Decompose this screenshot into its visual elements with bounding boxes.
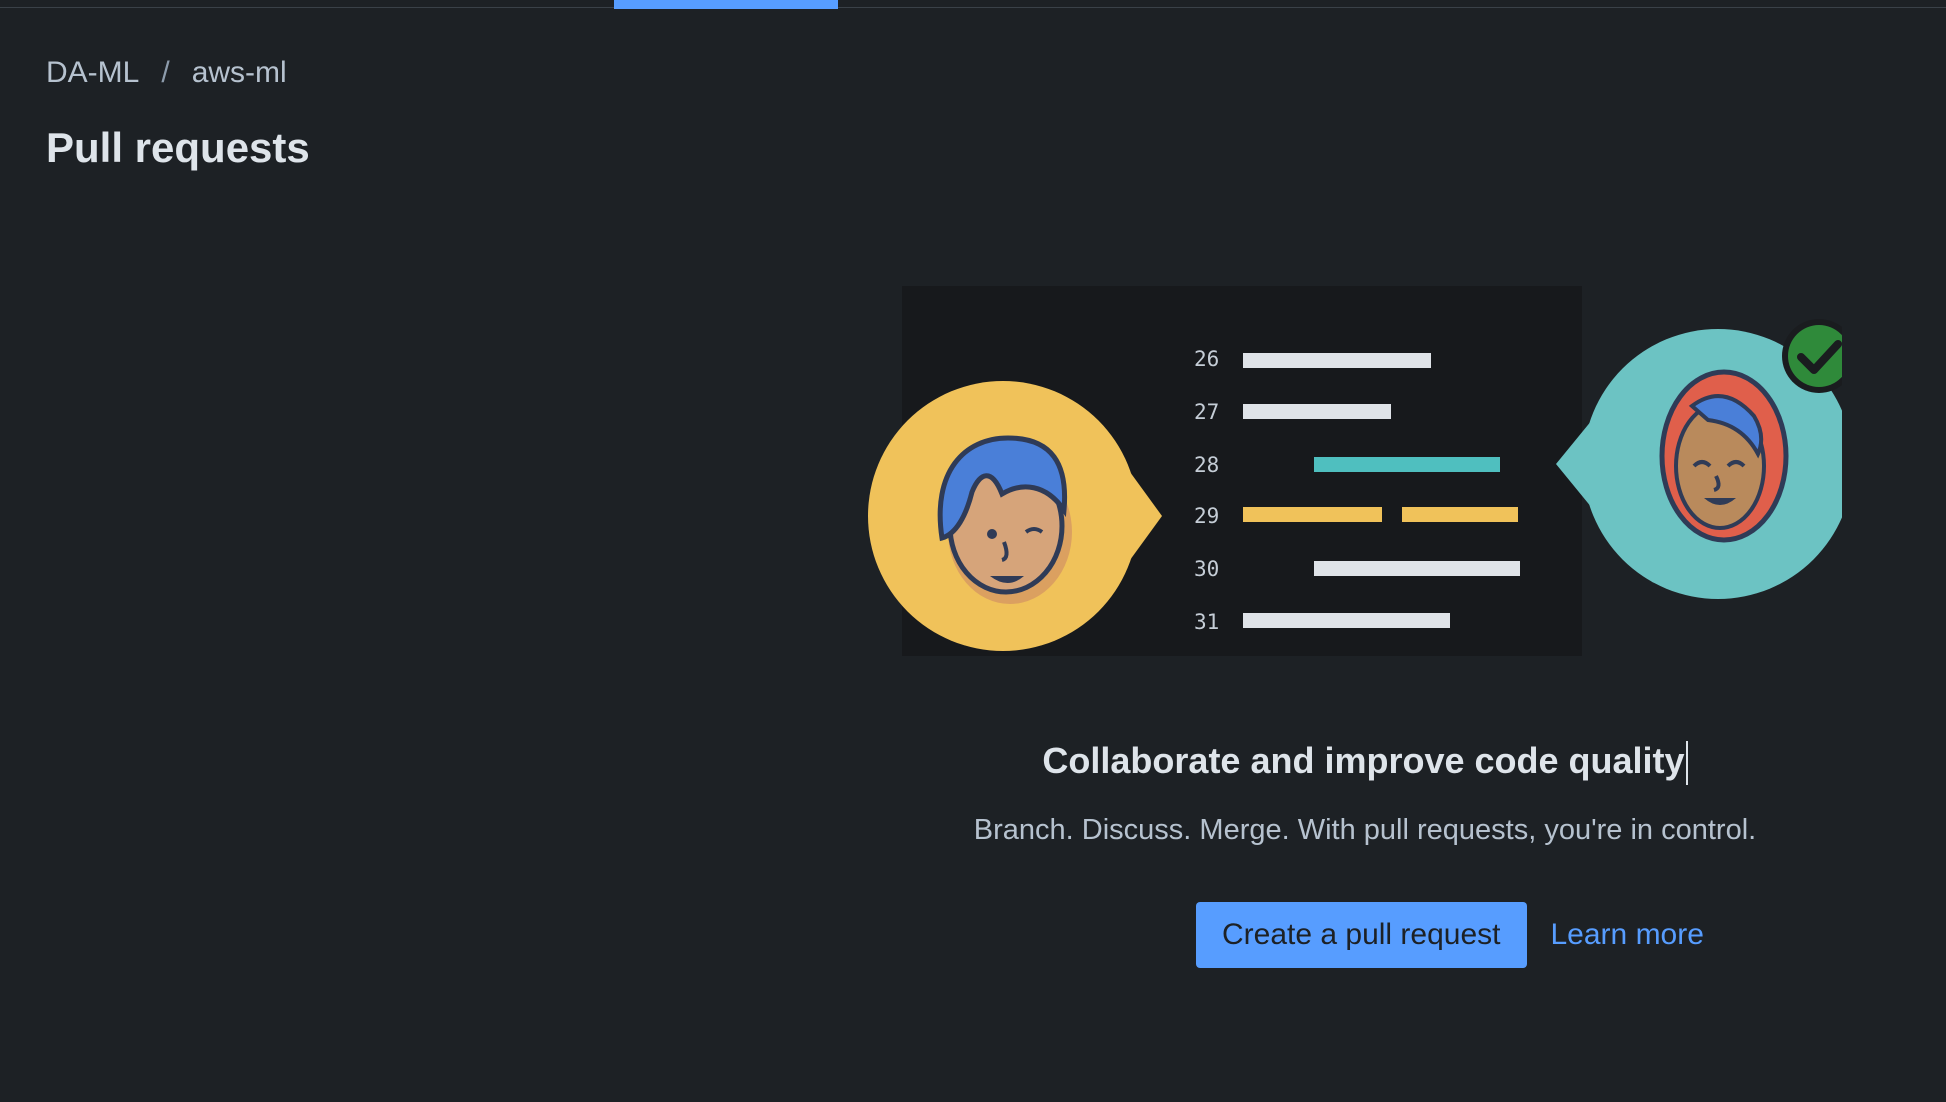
code-line <box>1314 561 1520 576</box>
added-code-line <box>1314 457 1500 472</box>
pull-request-illustration: 26 27 28 29 30 31 <box>868 286 1842 656</box>
code-line <box>1243 353 1431 368</box>
breadcrumb-separator: / <box>161 56 170 89</box>
line-number: 27 <box>1194 400 1219 424</box>
code-line <box>1243 404 1391 419</box>
learn-more-link[interactable]: Learn more <box>1551 918 1704 952</box>
line-number: 26 <box>1194 347 1219 371</box>
breadcrumb: DA-ML / aws-ml <box>46 56 287 90</box>
changed-code-line <box>1402 507 1518 522</box>
create-pull-request-button[interactable]: Create a pull request <box>1196 902 1527 968</box>
line-number: 29 <box>1194 504 1219 528</box>
breadcrumb-workspace[interactable]: DA-ML <box>46 56 139 90</box>
top-navigation-border <box>0 0 1946 8</box>
empty-state-actions: Create a pull request Learn more <box>1196 902 1704 968</box>
line-number: 31 <box>1194 610 1219 634</box>
empty-state-description: Branch. Discuss. Merge. With pull reques… <box>973 814 1757 846</box>
text-cursor <box>1685 741 1688 786</box>
changed-code-line <box>1243 507 1382 522</box>
active-tab-indicator <box>614 0 838 9</box>
line-number: 28 <box>1194 453 1219 477</box>
empty-state-heading: Collaborate and improve code quality <box>900 740 1830 786</box>
page-title: Pull requests <box>46 124 310 171</box>
empty-state-heading-text: Collaborate and improve code quality <box>1042 740 1685 781</box>
code-line <box>1243 613 1450 628</box>
line-number: 30 <box>1194 557 1219 581</box>
breadcrumb-repository[interactable]: aws-ml <box>192 56 287 90</box>
